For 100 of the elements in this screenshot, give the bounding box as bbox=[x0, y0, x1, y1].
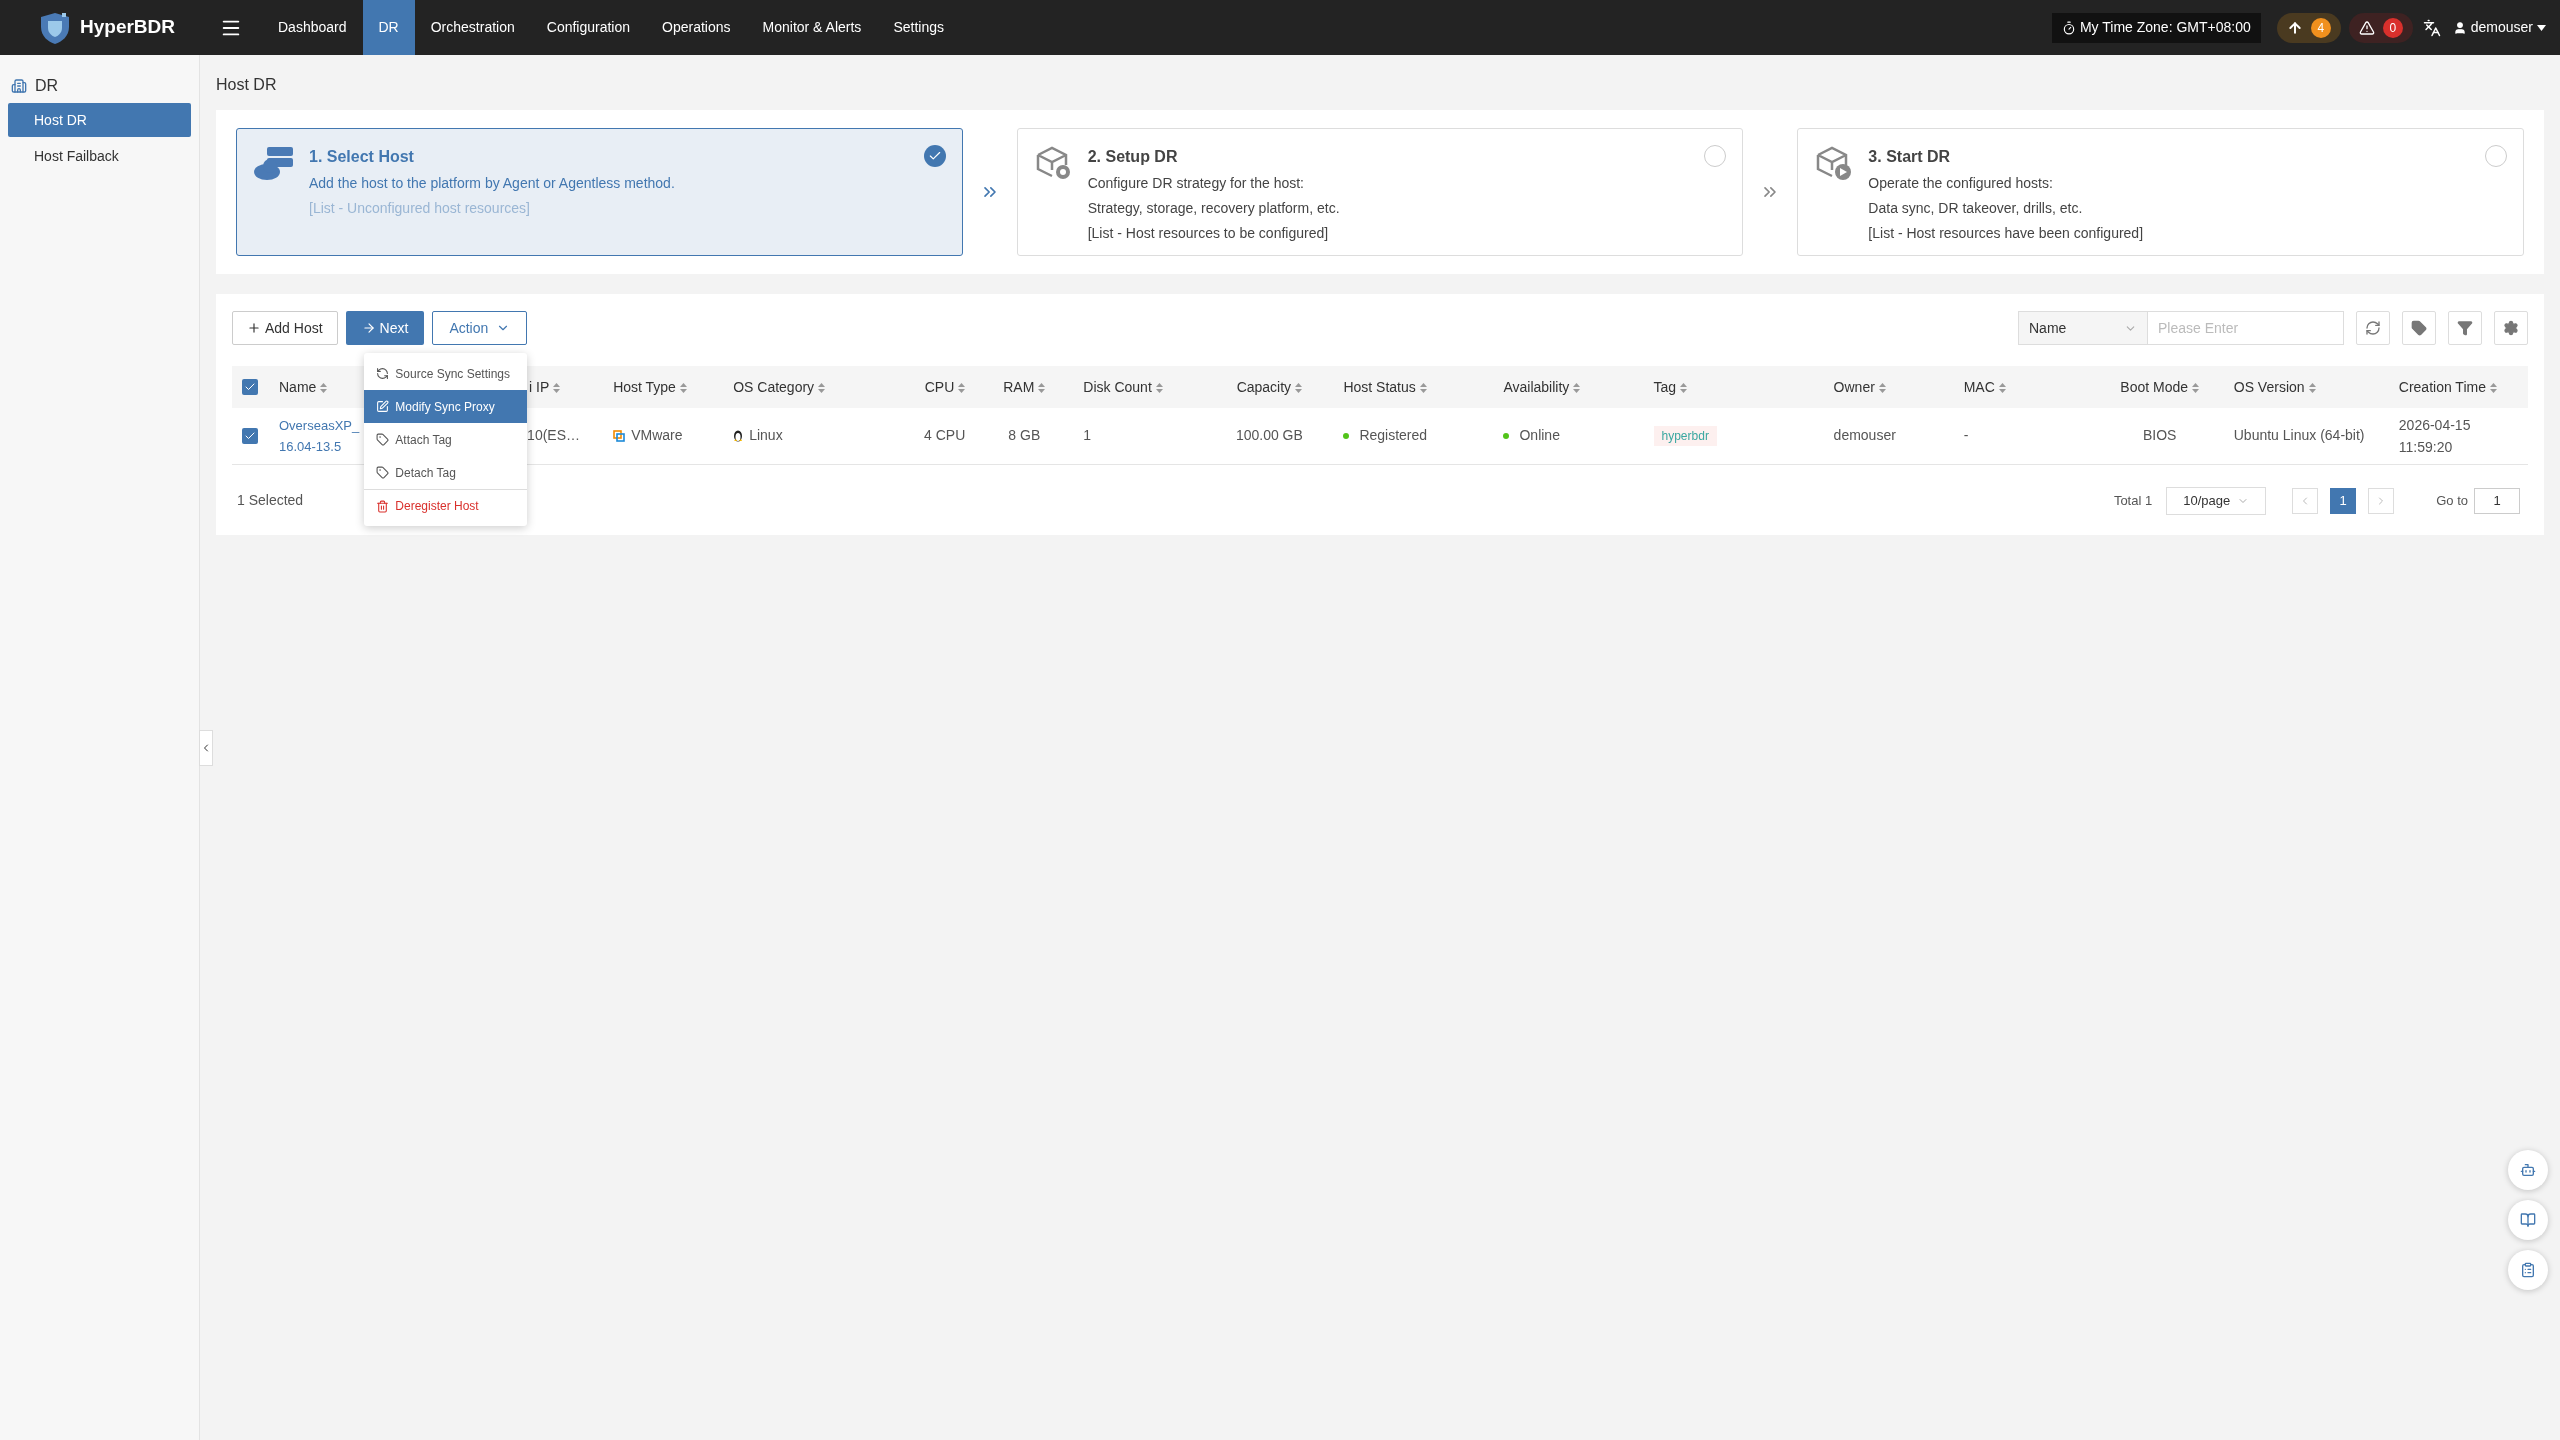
sort-icon[interactable] bbox=[553, 382, 561, 393]
menu-item[interactable]: Deregister Host bbox=[364, 489, 528, 522]
sort-icon[interactable] bbox=[679, 382, 687, 393]
sort-icon[interactable] bbox=[1998, 382, 2006, 393]
sort-icon[interactable] bbox=[1878, 382, 1886, 393]
nav-tab[interactable]: Orchestration bbox=[414, 0, 531, 55]
translate-icon[interactable] bbox=[2422, 18, 2441, 37]
column-header[interactable]: Host Type bbox=[613, 378, 676, 395]
alert-badge[interactable]: 0 bbox=[2348, 12, 2413, 43]
column-header[interactable]: Availability bbox=[1503, 378, 1570, 395]
warning-icon bbox=[2358, 19, 2375, 36]
timer-icon bbox=[2061, 20, 2076, 35]
column-header[interactable]: MAC bbox=[1963, 378, 1995, 395]
settings-icon bbox=[2503, 320, 2519, 336]
step-title: 1. Select Host bbox=[309, 147, 414, 167]
column-header[interactable]: Boot Mode bbox=[2120, 378, 2189, 395]
column-header[interactable]: Disk Count bbox=[1083, 378, 1152, 395]
sidebar-item[interactable]: Host Failback bbox=[8, 139, 191, 173]
table-cell-text: VMware bbox=[631, 426, 683, 446]
vmware-logo-icon bbox=[613, 429, 626, 442]
menu-item[interactable]: Modify Sync Proxy bbox=[364, 390, 528, 423]
trash-icon bbox=[376, 499, 390, 513]
table-cell-text: Linux bbox=[749, 426, 783, 446]
refresh-button[interactable] bbox=[2356, 311, 2390, 345]
column-header[interactable]: i IP bbox=[529, 378, 550, 395]
collapse-handle[interactable] bbox=[199, 730, 213, 766]
robot-button[interactable] bbox=[2508, 1150, 2548, 1190]
select-all-checkbox[interactable] bbox=[242, 379, 258, 395]
step-card[interactable]: 3. Start DR Operate the configured hosts: Data sync, DR takeover, drills, etc. [List - Host resources have been configured] bbox=[1797, 128, 2524, 256]
row-checkbox[interactable] bbox=[242, 427, 258, 444]
menu-item[interactable]: Detach Tag bbox=[364, 456, 528, 489]
plus-icon bbox=[247, 321, 261, 335]
column-header[interactable]: CPU bbox=[924, 378, 955, 395]
add-host-button[interactable]: Add Host bbox=[232, 311, 338, 345]
nav-tab[interactable]: Settings bbox=[877, 0, 960, 55]
sort-icon[interactable] bbox=[1680, 382, 1688, 393]
tag-off-icon bbox=[376, 466, 390, 479]
table-cell: 4 CPU bbox=[924, 427, 966, 444]
timezone-label: My Time Zone: GMT+08:00 bbox=[2079, 18, 2251, 37]
prev-page-button[interactable] bbox=[2292, 487, 2319, 514]
action-dropdown[interactable]: Action bbox=[432, 311, 528, 345]
nav-tab[interactable]: Monitor & Alerts bbox=[746, 0, 878, 55]
column-header[interactable]: Creation Time bbox=[2398, 378, 2486, 395]
robot-icon bbox=[2520, 1162, 2536, 1178]
step-title: 2. Setup DR bbox=[1087, 147, 1178, 167]
next-button[interactable]: Next bbox=[345, 311, 425, 345]
step-note: [List - Unconfigured host resources] bbox=[309, 199, 530, 218]
table-cell: 1 bbox=[1083, 427, 1092, 444]
book-icon bbox=[2520, 1212, 2536, 1228]
sort-icon[interactable] bbox=[958, 382, 966, 393]
sort-icon[interactable] bbox=[818, 382, 826, 393]
column-header[interactable]: RAM bbox=[1003, 378, 1035, 395]
step-card[interactable]: 2. Setup DR Configure DR strategy for the host: Strategy, storage, recovery platform, etc. [List - Host resources to be configured] bbox=[1016, 128, 1744, 256]
nav-tab[interactable]: DR bbox=[362, 0, 415, 55]
sort-icon[interactable] bbox=[1573, 382, 1581, 393]
next-page-button[interactable] bbox=[2368, 487, 2395, 514]
column-header[interactable]: OS Version bbox=[2233, 378, 2305, 395]
column-header[interactable]: Tag bbox=[1653, 378, 1677, 395]
step-description: Strategy, storage, recovery platform, etc. bbox=[1087, 199, 1340, 218]
sort-icon[interactable] bbox=[2308, 382, 2316, 393]
column-header[interactable]: OS Category bbox=[733, 378, 815, 395]
host-name-link[interactable]: OverseasXP_ 16.04-13.5 bbox=[279, 414, 359, 457]
column-header[interactable]: Owner bbox=[1833, 378, 1875, 395]
cloud-server-icon bbox=[253, 145, 295, 181]
table-cell: BIOS bbox=[2143, 427, 2177, 444]
sort-icon[interactable] bbox=[1419, 382, 1427, 393]
filter-icon bbox=[2457, 320, 2473, 336]
column-header[interactable]: Name bbox=[279, 378, 317, 395]
menu-item[interactable]: Attach Tag bbox=[364, 423, 528, 456]
sort-icon[interactable] bbox=[320, 382, 328, 393]
tags-button[interactable] bbox=[2402, 311, 2436, 345]
sort-icon[interactable] bbox=[2489, 382, 2497, 393]
sync-icon bbox=[376, 367, 390, 380]
user-menu[interactable]: demouser bbox=[2452, 17, 2546, 38]
search-field-select[interactable]: Name bbox=[2018, 311, 2148, 345]
sidebar-item[interactable]: Host DR bbox=[8, 103, 191, 137]
page-button[interactable]: 1 bbox=[2330, 487, 2357, 514]
menu-item[interactable]: Source Sync Settings bbox=[364, 357, 528, 390]
timezone-badge[interactable]: My Time Zone: GMT+08:00 bbox=[2051, 12, 2261, 43]
page-size-select[interactable]: 10/page bbox=[2166, 486, 2267, 515]
nav-tab[interactable]: Operations bbox=[646, 0, 747, 55]
settings-button[interactable] bbox=[2494, 311, 2528, 345]
table-cell-text: Registered bbox=[1359, 426, 1428, 446]
step-card[interactable]: 1. Select Host Add the host to the platform by Agent or Agentless method. [List - Unconfigured host resources] bbox=[236, 128, 963, 256]
step-description: Add the host to the platform by Agent or Agentless method. bbox=[309, 174, 675, 193]
column-header[interactable]: Host Status bbox=[1343, 378, 1416, 395]
sort-icon[interactable] bbox=[1155, 382, 1163, 393]
clipboard-button[interactable] bbox=[2508, 1250, 2548, 1290]
nav-tab[interactable]: Dashboard bbox=[262, 0, 363, 55]
goto-input[interactable]: 1 bbox=[2474, 487, 2520, 514]
shield-logo-icon bbox=[38, 10, 72, 45]
sort-icon[interactable] bbox=[2192, 382, 2200, 393]
filter-button[interactable] bbox=[2448, 311, 2482, 345]
sort-icon[interactable] bbox=[1038, 382, 1046, 393]
search-input[interactable]: Please Enter bbox=[2148, 311, 2344, 345]
goto-label: Go to bbox=[2436, 491, 2468, 510]
book-button[interactable] bbox=[2508, 1200, 2548, 1240]
nav-tab[interactable]: Configuration bbox=[530, 0, 647, 55]
sort-icon[interactable] bbox=[1295, 382, 1303, 393]
column-header[interactable]: Capacity bbox=[1236, 378, 1292, 395]
